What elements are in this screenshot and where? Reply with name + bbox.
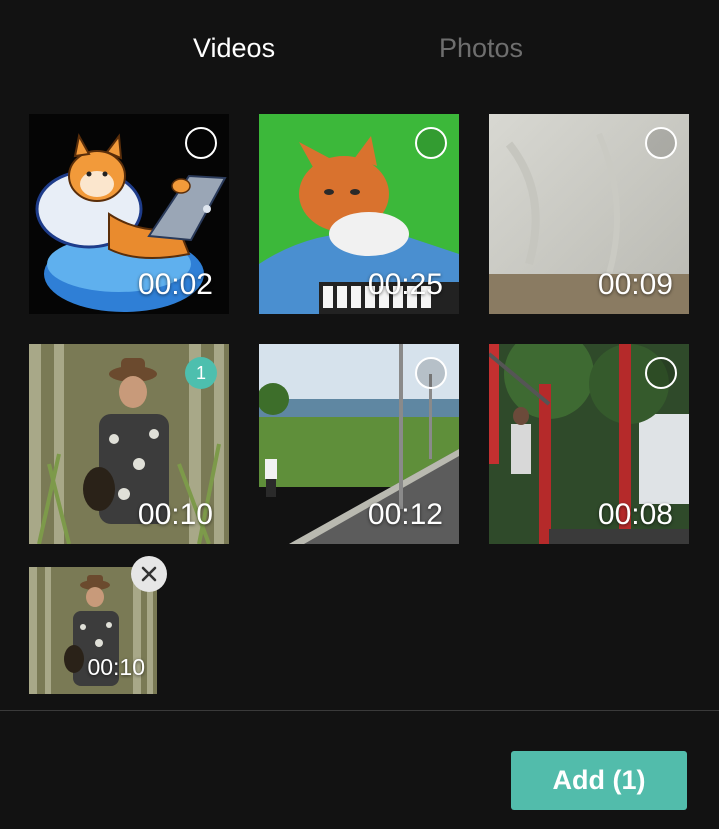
add-button[interactable]: Add (1): [511, 751, 687, 810]
media-type-tabs: Videos Photos: [0, 0, 719, 100]
video-duration: 00:10: [137, 498, 213, 531]
video-duration: 00:08: [597, 498, 673, 531]
video-duration: 00:02: [137, 268, 213, 301]
remove-clip-button[interactable]: [131, 556, 167, 592]
video-thumbnail[interactable]: 1 00:10: [29, 344, 229, 544]
select-circle[interactable]: [185, 127, 217, 159]
video-duration: 00:25: [367, 268, 443, 301]
video-thumbnail[interactable]: 00:09: [489, 114, 689, 314]
selection-number-badge[interactable]: 1: [185, 357, 217, 389]
divider: [0, 710, 719, 711]
select-circle[interactable]: [645, 357, 677, 389]
video-duration: 00:12: [367, 498, 443, 531]
select-circle[interactable]: [415, 357, 447, 389]
close-icon: [141, 566, 157, 582]
video-thumbnail[interactable]: 00:08: [489, 344, 689, 544]
video-thumbnail[interactable]: 00:25: [259, 114, 459, 314]
select-circle[interactable]: [645, 127, 677, 159]
select-circle[interactable]: [415, 127, 447, 159]
video-thumbnail[interactable]: 00:02: [29, 114, 229, 314]
video-duration: 00:09: [597, 268, 673, 301]
tab-photos[interactable]: Photos: [439, 33, 523, 64]
tab-videos[interactable]: Videos: [193, 33, 275, 64]
video-thumbnail[interactable]: 00:12: [259, 344, 459, 544]
selected-clip-duration: 00:10: [87, 654, 145, 680]
